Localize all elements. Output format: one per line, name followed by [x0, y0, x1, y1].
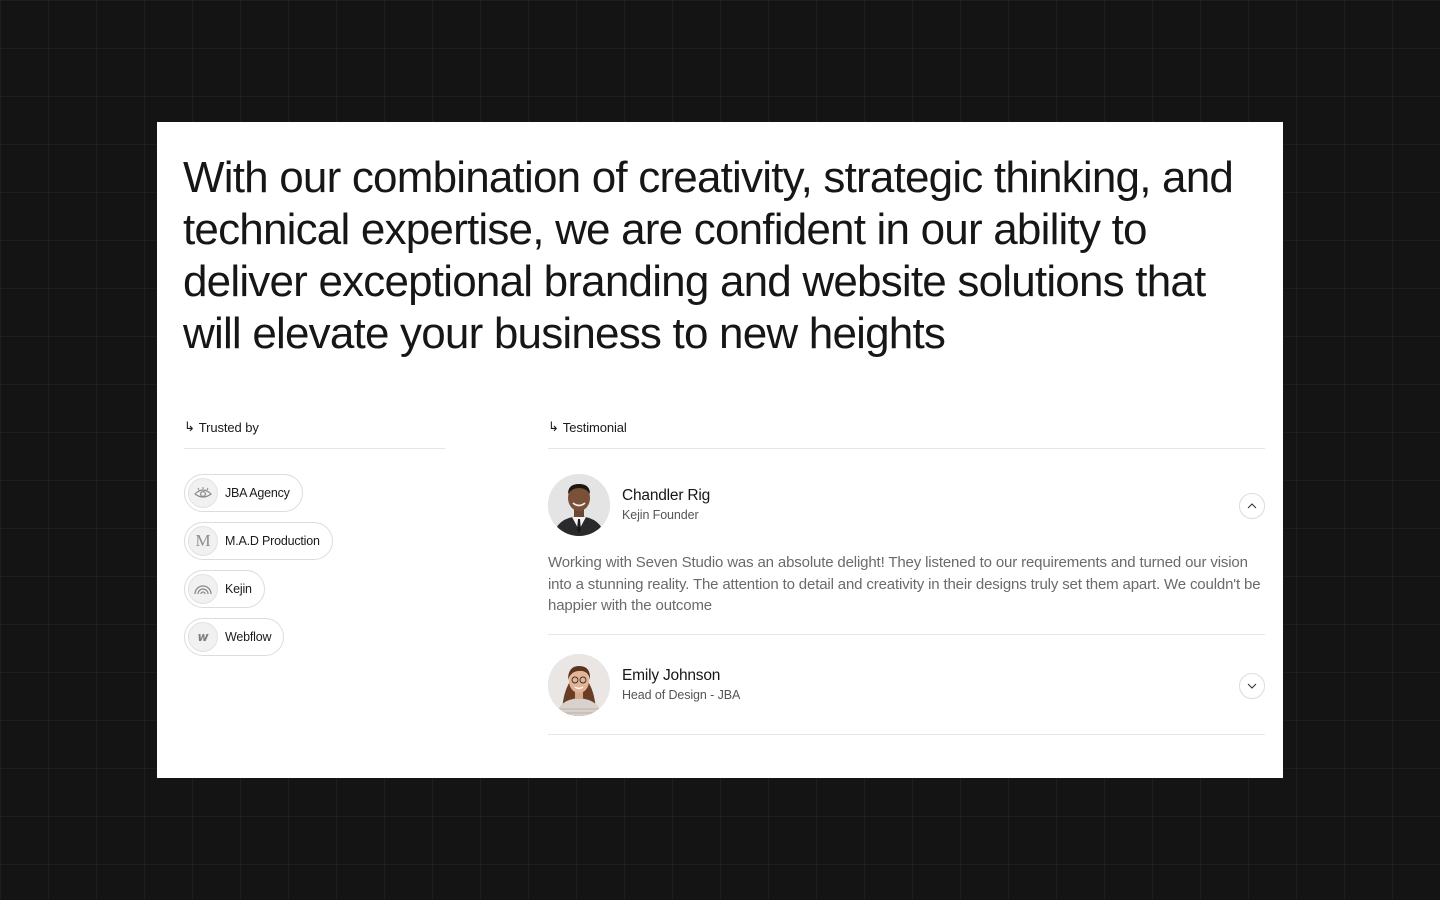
content-card: With our combination of creativity, stra…	[157, 122, 1283, 778]
testimonial-item: Chandler Rig Kejin Founder Working with …	[548, 474, 1265, 617]
eye-logo-icon	[188, 478, 218, 508]
m-letter-logo-icon: M	[188, 526, 218, 556]
client-pill-mad-production[interactable]: M M.A.D Production	[184, 522, 333, 560]
testimonial-divider	[548, 448, 1265, 449]
client-name: JBA Agency	[225, 486, 290, 500]
testimonial-quote: Working with Seven Studio was an absolut…	[548, 554, 1261, 614]
testimonial-text: Testimonial	[562, 420, 627, 435]
client-pill-kejin[interactable]: Kejin	[184, 570, 265, 608]
collapse-button[interactable]	[1239, 493, 1265, 519]
person-name: Emily Johnson	[622, 667, 721, 684]
testimonial-label: ↳ Testimonial	[548, 420, 627, 435]
testimonial-header[interactable]: Chandler Rig Kejin Founder	[548, 474, 1265, 536]
chevron-up-icon	[1247, 503, 1257, 509]
trusted-divider	[184, 448, 445, 449]
client-pill-webflow[interactable]: w Webflow	[184, 618, 285, 656]
webflow-logo-icon: w	[188, 622, 218, 652]
client-pill-jba-agency[interactable]: JBA Agency	[184, 474, 303, 512]
chevron-down-icon	[1247, 683, 1257, 689]
client-name: Kejin	[225, 582, 252, 596]
testimonial-divider	[548, 634, 1265, 635]
testimonial-item: Emily Johnson Head of Design - JBA	[548, 654, 1265, 716]
person-info: Chandler Rig Kejin Founder	[622, 486, 710, 524]
person-role: Head of Design - JBA	[622, 688, 741, 702]
client-name: M.A.D Production	[225, 534, 320, 548]
return-arrow-icon: ↳	[184, 420, 195, 435]
person-name: Chandler Rig	[622, 487, 711, 504]
expand-button[interactable]	[1239, 673, 1265, 699]
return-arrow-icon: ↳	[548, 420, 559, 435]
avatar	[548, 654, 610, 716]
hero-headline: With our combination of creativity, stra…	[183, 153, 1234, 358]
client-name: Webflow	[225, 630, 272, 644]
person-role: Kejin Founder	[622, 508, 699, 522]
avatar	[548, 474, 610, 536]
testimonial-divider	[548, 734, 1265, 735]
trusted-by-text: Trusted by	[198, 420, 259, 435]
person-info: Emily Johnson Head of Design - JBA	[622, 666, 740, 704]
trusted-by-label: ↳ Trusted by	[184, 420, 259, 435]
rainbow-arc-logo-icon	[188, 574, 218, 604]
testimonial-header[interactable]: Emily Johnson Head of Design - JBA	[548, 654, 1265, 716]
client-list: JBA Agency M M.A.D Production Kejin w We…	[184, 474, 333, 656]
